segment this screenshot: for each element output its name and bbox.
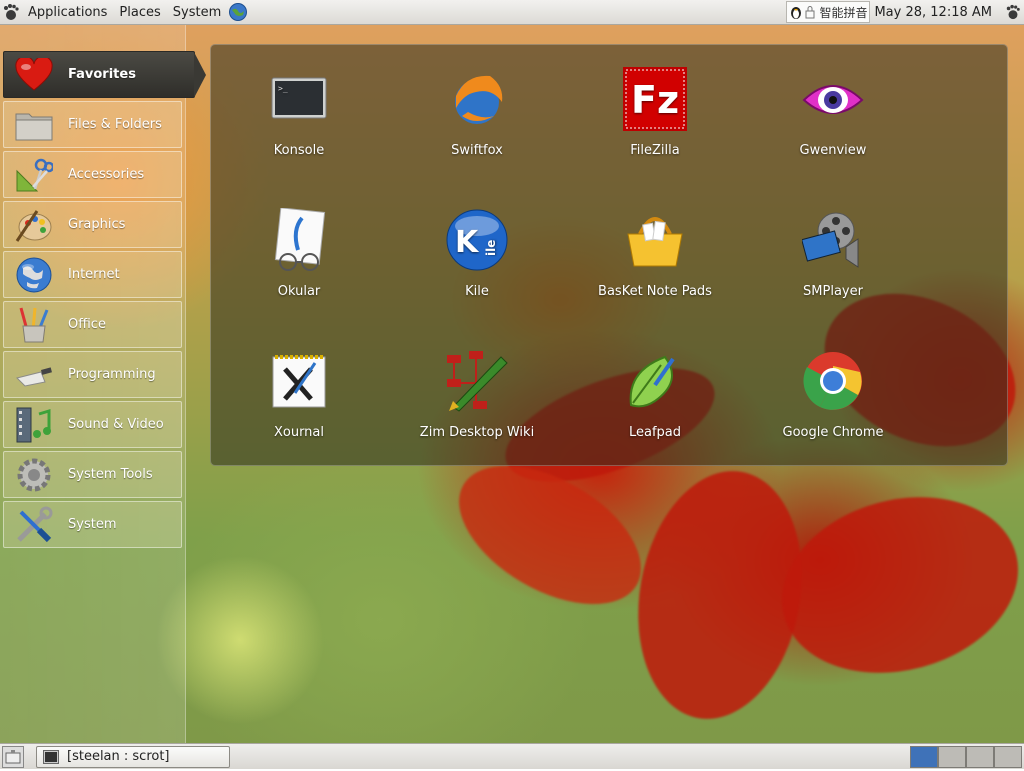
menu-system[interactable]: System	[167, 5, 227, 20]
chrome-icon	[801, 349, 865, 413]
app-label: BasKet Note Pads	[598, 284, 712, 299]
category-graphics[interactable]: Graphics	[3, 201, 182, 248]
category-label: Accessories	[68, 167, 145, 182]
app-google-chrome[interactable]: Google Chrome	[748, 327, 918, 440]
paint-palette-icon	[14, 205, 54, 245]
category-label: Files & Folders	[68, 117, 162, 132]
top-panel-right: 智能拼音 May 28, 12:18 AM	[786, 0, 1024, 24]
app-label: Gwenview	[799, 143, 867, 158]
globe-launcher-icon[interactable]	[227, 1, 249, 23]
swiftfox-icon	[445, 67, 509, 131]
svg-text:Fz: Fz	[631, 78, 679, 122]
category-label: Sound & Video	[68, 417, 164, 432]
app-label: Zim Desktop Wiki	[419, 425, 535, 440]
terminal-icon: >_	[267, 67, 331, 131]
app-label: FileZilla	[630, 143, 680, 158]
filezilla-icon: Fz	[623, 67, 687, 131]
kile-icon: Kile	[445, 208, 509, 272]
eye-icon	[801, 67, 865, 131]
app-leafpad[interactable]: Leafpad	[570, 327, 740, 440]
folder-icon	[14, 105, 54, 145]
trowel-icon	[14, 355, 54, 395]
svg-text:K: K	[455, 225, 480, 260]
workspace-2[interactable]	[938, 745, 966, 768]
app-smplayer[interactable]: SMPlayer	[748, 186, 918, 299]
taskbar-window-button[interactable]: [steelan : scrot]	[36, 745, 230, 768]
lock-icon	[805, 5, 817, 19]
app-label: Google Chrome	[782, 425, 884, 440]
globe-icon	[14, 255, 54, 295]
film-reel-icon	[801, 208, 865, 272]
svg-text:ile: ile	[484, 240, 498, 256]
app-swiftfox[interactable]: Swiftfox	[392, 45, 562, 158]
app-label: Xournal	[273, 425, 325, 440]
leaf-icon	[623, 349, 687, 413]
workspace-switcher	[910, 745, 1022, 768]
gnome-foot-icon[interactable]	[0, 1, 22, 23]
bottom-panel: [steelan : scrot]	[0, 743, 1024, 769]
category-internet[interactable]: Internet	[3, 251, 182, 298]
favorites-apps-grid: >_ Konsole Swiftfox Fz FileZilla Gwenvie…	[210, 44, 1008, 466]
basket-icon	[623, 208, 687, 272]
app-gwenview[interactable]: Gwenview	[748, 45, 918, 158]
film-music-icon	[14, 405, 54, 445]
app-label: Kile	[465, 284, 489, 299]
app-filezilla[interactable]: Fz FileZilla	[570, 45, 740, 158]
svg-text:>_: >_	[278, 84, 288, 93]
terminal-window-icon	[43, 749, 59, 764]
app-xournal[interactable]: Xournal	[214, 327, 384, 440]
category-favorites[interactable]: Favorites	[3, 51, 206, 98]
gnome-foot-icon-right[interactable]	[1002, 1, 1024, 23]
scissors-ruler-icon	[14, 155, 54, 195]
show-desktop-icon	[3, 747, 23, 767]
pencil-cup-icon	[14, 305, 54, 345]
app-label: Okular	[277, 284, 321, 299]
category-office[interactable]: Office	[3, 301, 182, 348]
category-label: Internet	[68, 267, 120, 282]
wallpaper-petal	[762, 471, 1024, 699]
category-label: Programming	[68, 367, 156, 382]
workspace-3[interactable]	[966, 745, 994, 768]
app-basket[interactable]: BasKet Note Pads	[570, 186, 740, 299]
workspace-1[interactable]	[910, 745, 938, 768]
workspace-4[interactable]	[994, 745, 1022, 768]
category-accessories[interactable]: Accessories	[3, 151, 182, 198]
app-label: Leafpad	[628, 425, 682, 440]
clock[interactable]: May 28, 12:18 AM	[874, 5, 992, 20]
category-label: Favorites	[68, 67, 136, 82]
category-sound-video[interactable]: Sound & Video	[3, 401, 182, 448]
app-okular[interactable]: Okular	[214, 186, 384, 299]
app-label: Swiftfox	[451, 143, 503, 158]
heart-icon	[14, 55, 54, 95]
category-files-folders[interactable]: Files & Folders	[3, 101, 182, 148]
okular-icon	[267, 208, 331, 272]
zim-pen-icon	[445, 349, 509, 413]
input-method-indicator[interactable]: 智能拼音	[786, 1, 871, 23]
category-programming[interactable]: Programming	[3, 351, 182, 398]
menu-applications[interactable]: Applications	[22, 5, 113, 20]
top-panel: Applications Places System 智能拼音 May 28, …	[0, 0, 1024, 25]
taskbar-window-label: [steelan : scrot]	[67, 749, 170, 764]
app-zim[interactable]: Zim Desktop Wiki	[392, 327, 562, 440]
app-label: Konsole	[273, 143, 325, 158]
xournal-icon	[267, 349, 331, 413]
menu-places[interactable]: Places	[113, 5, 166, 20]
app-kile[interactable]: Kile Kile	[392, 186, 562, 299]
category-system-tools[interactable]: System Tools	[3, 451, 182, 498]
category-sidebar: Favorites Files & Folders Accessories Gr…	[0, 25, 206, 743]
category-label: Graphics	[68, 217, 126, 232]
app-label: SMPlayer	[803, 284, 863, 299]
category-label: System Tools	[68, 467, 153, 482]
gear-icon	[14, 455, 54, 495]
category-system[interactable]: System	[3, 501, 182, 548]
penguin-icon	[789, 4, 803, 20]
category-label: Office	[68, 317, 106, 332]
category-label: System	[68, 517, 117, 532]
app-konsole[interactable]: >_ Konsole	[214, 45, 384, 158]
wrench-screwdriver-icon	[14, 505, 54, 545]
show-desktop-button[interactable]	[2, 745, 24, 768]
input-method-label: 智能拼音	[819, 5, 868, 20]
